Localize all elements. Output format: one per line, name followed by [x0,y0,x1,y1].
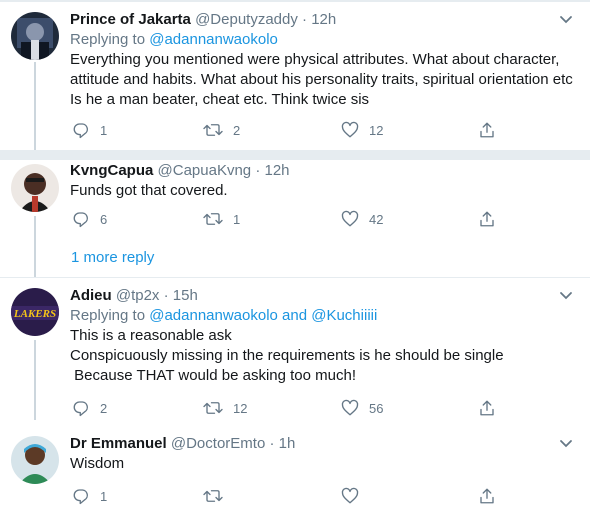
like-count: 42 [369,211,384,227]
separator-dot: · [255,162,261,179]
like-count: 56 [369,400,384,416]
author-handle[interactable]: @DoctorEmto [171,435,265,452]
retweet-count: 1 [233,211,241,227]
tweet-text: Funds got that covered. [70,182,228,199]
like-count: 12 [369,122,384,138]
separator-dot: · [163,287,169,304]
share-button[interactable] [478,486,496,506]
share-icon [478,210,496,228]
like-icon [341,487,359,505]
tweet-actions: 1 [70,486,500,506]
tweet-actions: 2 12 56 [70,398,500,418]
tweet-3[interactable]: LAKERS Adieu @tp2x · 15h Replying to @ad… [0,278,590,420]
retweet-button[interactable]: 2 [203,120,240,140]
tweet-header: KvngCapua @CapuaKvng · 12h [70,161,582,181]
reply-button[interactable]: 2 [72,398,107,418]
like-button[interactable]: 42 [341,209,383,229]
timestamp[interactable]: 12h [311,11,336,28]
retweet-icon [203,121,223,139]
author-handle[interactable]: @CapuaKvng [158,162,252,179]
svg-text:LAKERS: LAKERS [13,308,56,320]
author-name[interactable]: Prince of Jakarta [70,11,191,28]
retweet-icon [203,210,223,228]
author-handle[interactable]: @tp2x [116,287,160,304]
author-name[interactable]: Adieu [70,287,112,304]
replying-prefix: Replying to [70,307,150,324]
tweet-text: Wisdom [70,455,125,472]
reply-button[interactable]: 6 [72,209,107,229]
share-button[interactable] [478,209,496,229]
avatar[interactable] [11,436,59,484]
like-button[interactable]: 56 [341,398,383,418]
like-button[interactable] [341,486,369,506]
retweet-count: 2 [233,122,241,138]
like-icon [341,121,359,139]
timestamp[interactable]: 1h [279,435,296,452]
reply-button[interactable]: 1 [72,486,107,506]
replying-to-link[interactable]: @adannanwaokolo and @Kuchiiiii [149,307,377,324]
tweet-2[interactable]: KvngCapua @CapuaKvng · 12h Funds got tha… [0,160,590,278]
chevron-down-icon[interactable] [556,286,576,306]
reply-icon [72,487,90,505]
reply-count: 1 [100,488,108,504]
like-button[interactable]: 12 [341,120,383,140]
retweet-button[interactable] [203,486,233,506]
avatar[interactable] [11,164,59,212]
separator-dot: · [302,11,308,28]
tweet-text: This is a reasonable ask Conspicuously m… [70,327,504,384]
reply-count: 1 [100,122,108,138]
reply-icon [72,210,90,228]
replying-to-link[interactable]: @adannanwaokolo [149,31,278,48]
tweet-actions: 6 1 42 [70,209,500,229]
avatar[interactable]: LAKERS [11,288,59,336]
retweet-count: 12 [233,400,248,416]
chevron-down-icon[interactable] [556,434,576,454]
thread-line [34,216,36,278]
like-icon [341,399,359,417]
share-icon [478,399,496,417]
author-name[interactable]: KvngCapua [70,162,153,179]
reply-icon [72,121,90,139]
thread-line [34,340,36,420]
timestamp[interactable]: 12h [264,162,289,179]
share-button[interactable] [478,120,496,140]
share-icon [478,487,496,505]
share-icon [478,121,496,139]
retweet-icon [203,399,223,417]
chevron-down-icon[interactable] [556,10,576,30]
reply-button[interactable]: 1 [72,120,107,140]
author-handle[interactable]: @Deputyzaddy [195,11,298,28]
like-icon [341,210,359,228]
tweet-actions: 1 2 12 [70,120,500,140]
timestamp[interactable]: 15h [173,287,198,304]
tweet-1[interactable]: Prince of Jakarta @Deputyzaddy · 12h Rep… [0,0,590,150]
thread-separator [0,150,590,160]
avatar[interactable] [11,12,59,60]
retweet-icon [203,487,223,505]
thread-line [34,62,36,150]
reply-count: 2 [100,400,108,416]
replying-to: Replying to @adannanwaokolo and @Kuchiii… [70,306,582,326]
tweet-4[interactable]: Dr Emmanuel @DoctorEmto · 1h Wisdom 1 [0,426,590,520]
tweet-header: Adieu @tp2x · 15h [70,286,582,306]
share-button[interactable] [478,398,496,418]
replying-to: Replying to @adannanwaokolo [70,30,582,50]
reply-count: 6 [100,211,108,227]
tweet-header: Dr Emmanuel @DoctorEmto · 1h [70,434,582,454]
reply-icon [72,399,90,417]
replying-prefix: Replying to [70,31,150,48]
tweet-text: Everything you mentioned were physical a… [70,51,573,108]
show-more-replies-link[interactable]: 1 more reply [71,248,154,268]
author-name[interactable]: Dr Emmanuel [70,435,167,452]
retweet-button[interactable]: 1 [203,209,240,229]
separator-dot: · [269,435,275,452]
tweet-header: Prince of Jakarta @Deputyzaddy · 12h [70,10,582,30]
retweet-button[interactable]: 12 [203,398,247,418]
